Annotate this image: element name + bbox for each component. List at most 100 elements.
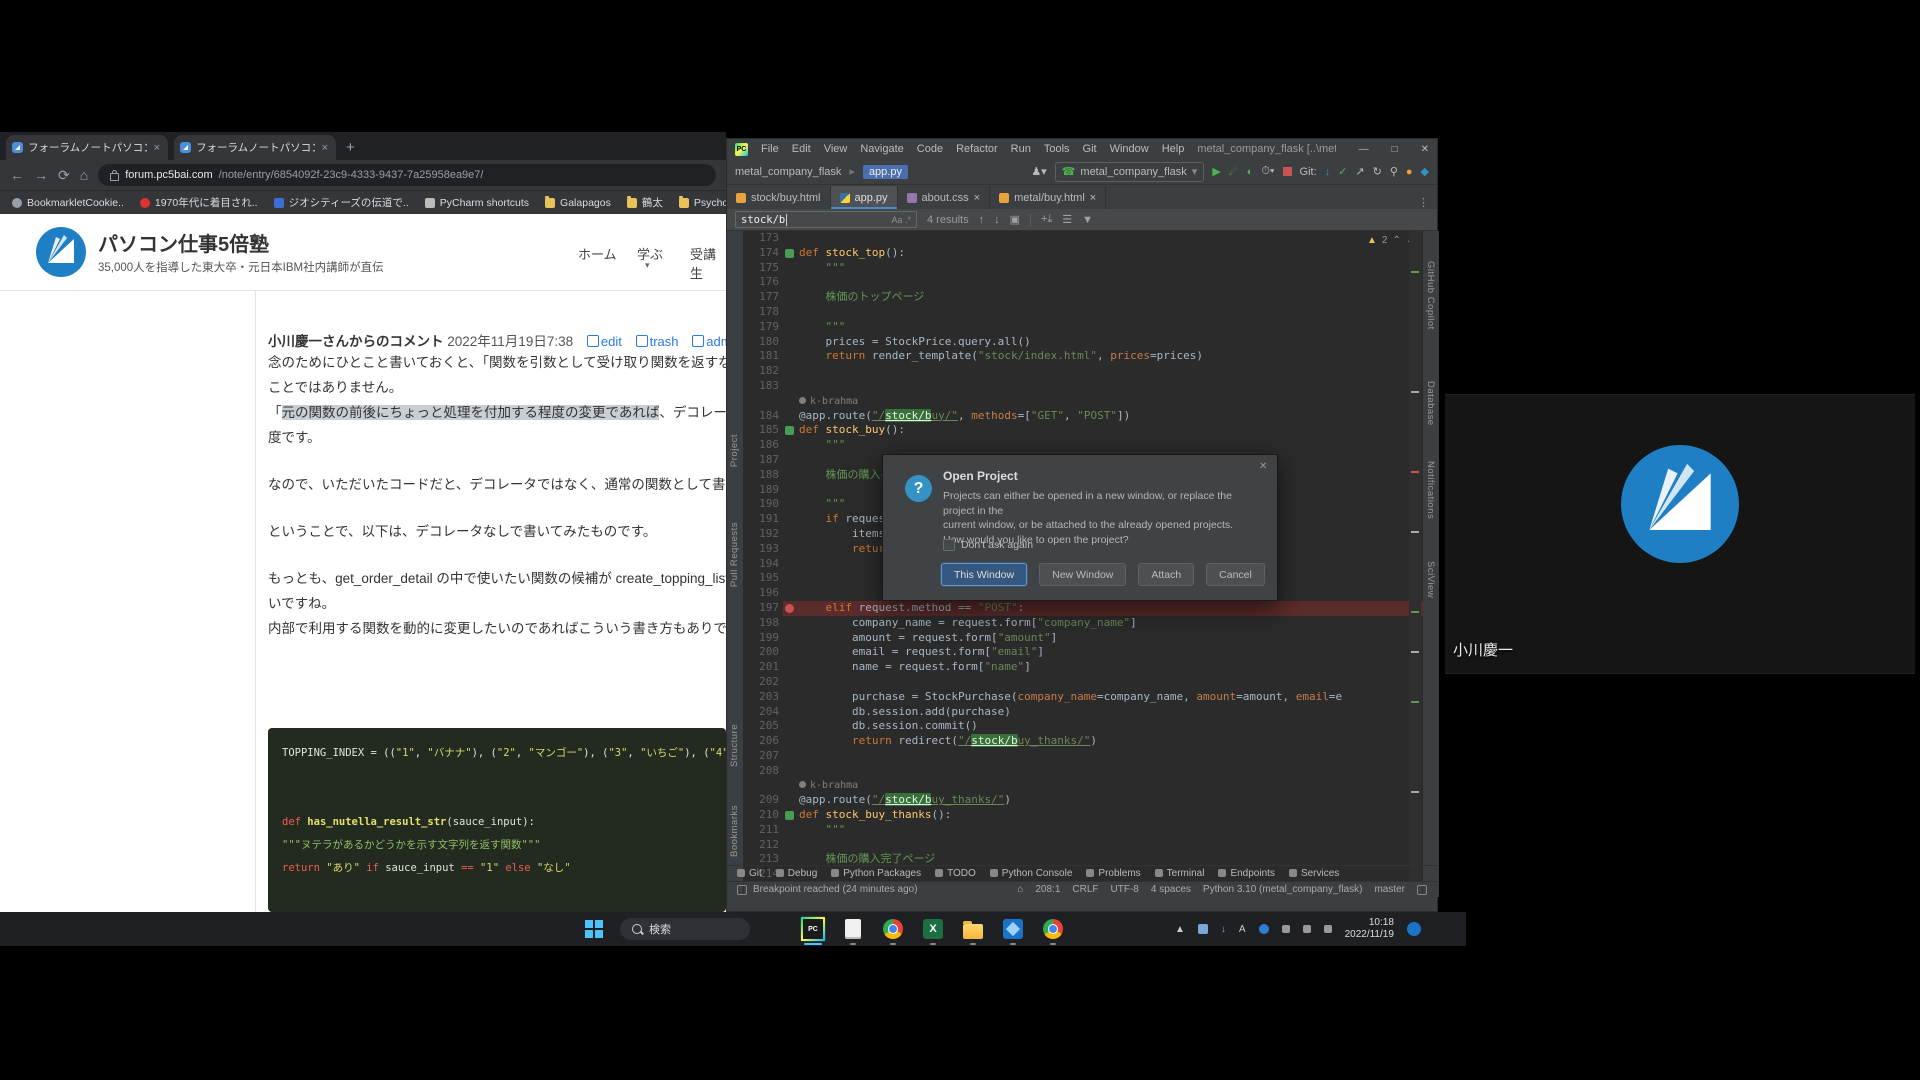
new-tab-button[interactable]: + (346, 139, 355, 156)
menu-help[interactable]: Help (1162, 143, 1185, 155)
debug-icon[interactable]: ☄ (1229, 165, 1239, 178)
edge-tray-icon[interactable] (1259, 924, 1269, 934)
taskbar-clock[interactable]: 10:18 2022/11/19 (1345, 917, 1394, 941)
toolwindow-debug[interactable]: Debug (776, 868, 817, 879)
filter-icon[interactable]: ▼ (1082, 214, 1093, 226)
menu-code[interactable]: Code (917, 143, 943, 155)
taskbar-app-photos[interactable] (1000, 916, 1026, 942)
download-icon[interactable]: ↓ (1221, 924, 1226, 935)
browser-tab[interactable]: フォーラムノートパソコン仕事５倍塾ポ× (6, 135, 168, 160)
volume-icon[interactable] (1303, 925, 1311, 933)
menu-refactor[interactable]: Refactor (956, 143, 998, 155)
toolwindow-python-console[interactable]: Python Console (990, 868, 1073, 879)
toolwindow-problems[interactable]: Problems (1086, 868, 1140, 879)
teams-icon[interactable] (1198, 924, 1208, 934)
maximize-button[interactable]: □ (1392, 144, 1398, 155)
breadcrumb-project[interactable]: metal_company_flask (735, 166, 841, 178)
tool-stripe-pull-requests[interactable]: Pull Requests (729, 522, 740, 587)
assistant-icon[interactable]: ◆ (1421, 165, 1429, 178)
taskbar-search[interactable]: 検索 (620, 918, 750, 940)
caret-position[interactable]: 208:1 (1035, 884, 1060, 895)
menu-tools[interactable]: Tools (1044, 143, 1070, 155)
git-commit-icon[interactable]: ✓ (1338, 165, 1347, 178)
nav-learn[interactable]: 学ぶ▾ (637, 244, 663, 263)
breakpoint-icon[interactable] (785, 604, 794, 613)
tab-options-icon[interactable]: ⋮ (1410, 196, 1437, 209)
git-push-icon[interactable]: ↗ (1355, 165, 1364, 178)
toolwindow-services[interactable]: Services (1289, 868, 1339, 879)
git-branch[interactable]: master (1374, 884, 1405, 895)
run-gutter-icon[interactable] (785, 426, 794, 435)
tab-close-icon[interactable]: × (974, 192, 980, 204)
admin-link[interactable]: admin (692, 334, 726, 349)
interpreter[interactable]: Python 3.10 (metal_company_flask) (1203, 884, 1363, 895)
ime-indicator[interactable]: A (1239, 924, 1246, 935)
bookmark-item[interactable]: ジオシティーズの伝道で.. (274, 195, 409, 210)
editor-tab[interactable]: app.py (831, 186, 898, 209)
menu-window[interactable]: Window (1110, 143, 1149, 155)
participant-tile[interactable]: 小川慶一 (1445, 394, 1915, 674)
stop-icon[interactable] (1283, 167, 1292, 176)
toolwindow-terminal[interactable]: Terminal (1155, 868, 1205, 879)
bookmark-item[interactable]: 1970年代に着目され.. (140, 195, 258, 210)
cancel-button[interactable]: Cancel (1206, 563, 1265, 586)
menu-git[interactable]: Git (1083, 143, 1097, 155)
breadcrumb-file[interactable]: app.py (863, 165, 908, 179)
back-icon[interactable]: ← (10, 167, 24, 183)
indent[interactable]: 4 spaces (1151, 884, 1191, 895)
run-icon[interactable]: ▶ (1212, 165, 1220, 178)
toolwindow-endpoints[interactable]: Endpoints (1218, 868, 1274, 879)
nav-students[interactable]: 受講生 (690, 244, 726, 282)
bell-icon[interactable]: ⌂ (1017, 884, 1023, 895)
start-button[interactable] (585, 920, 603, 938)
history-icon[interactable]: ↻ (1373, 165, 1382, 178)
run-gutter-icon[interactable] (785, 249, 794, 258)
bookmark-item[interactable]: PyCharm shortcuts (425, 197, 529, 209)
inspections-widget[interactable]: ▲ 2 ⌃ ⌄ (1367, 235, 1414, 246)
address-bar[interactable]: forum.pc5bai.com/note/entry/6854092f-23c… (98, 164, 716, 186)
tab-close-icon[interactable]: × (1090, 192, 1096, 204)
notifications-icon[interactable]: ● (1406, 166, 1413, 178)
reload-icon[interactable]: ⟳ (58, 167, 70, 184)
toolwindow-git[interactable]: Git (737, 868, 762, 879)
match-case-icon[interactable]: Aa .* (891, 215, 911, 225)
tool-stripe-notifications[interactable]: Notifications (1425, 461, 1436, 519)
editor-tab[interactable]: about.css× (898, 186, 991, 209)
taskbar-app-notepad[interactable] (840, 916, 866, 942)
coverage-icon[interactable]: ◐ (1247, 166, 1254, 178)
tool-stripe-project[interactable]: Project (729, 434, 740, 467)
taskbar-app-file-explorer[interactable] (960, 916, 986, 942)
close-button[interactable]: ✕ (1421, 144, 1429, 155)
tool-stripe-structure[interactable]: Structure (729, 724, 740, 767)
editor-tab[interactable]: metal/buy.html× (990, 186, 1106, 209)
home-icon[interactable]: ⌂ (80, 167, 88, 183)
bookmark-item[interactable]: Galapagos (545, 197, 611, 209)
new-window-button[interactable]: New Window (1039, 563, 1126, 586)
wifi-icon[interactable] (1282, 925, 1290, 933)
next-match-icon[interactable]: ↓ (994, 214, 1000, 226)
battery-icon[interactable] (1324, 925, 1332, 933)
toolwindow-todo[interactable]: TODO (935, 868, 976, 879)
tool-stripe-copilot[interactable]: GitHub Copilot (1425, 261, 1436, 330)
tab-close-icon[interactable]: × (152, 142, 162, 154)
taskbar-app-excel[interactable]: X (920, 916, 946, 942)
taskbar-app-chrome-2[interactable] (1040, 916, 1066, 942)
taskbar-app-chrome[interactable] (880, 916, 906, 942)
git-update-icon[interactable]: ↓ (1325, 166, 1331, 178)
tool-stripe-sciview[interactable]: SciView (1425, 561, 1436, 598)
encoding[interactable]: UTF-8 (1111, 884, 1139, 895)
forward-icon[interactable]: → (34, 167, 48, 183)
dialog-close-icon[interactable]: ✕ (1259, 461, 1267, 472)
editor-scrollbar[interactable] (1409, 231, 1421, 881)
taskbar-app-pycharm[interactable]: PC (800, 916, 826, 942)
menu-edit[interactable]: Edit (792, 143, 811, 155)
toolwindow-python-packages[interactable]: Python Packages (831, 868, 921, 879)
tray-chevron-icon[interactable]: ▲ (1175, 924, 1185, 935)
tab-close-icon[interactable]: × (320, 142, 330, 154)
bookmark-item[interactable]: 鶴太 (627, 195, 663, 210)
run-gutter-icon[interactable] (785, 811, 794, 820)
menu-navigate[interactable]: Navigate (860, 143, 903, 155)
run-config-select[interactable]: ☎ metal_company_flask ▾ (1055, 162, 1205, 182)
filter-search-icon[interactable]: ☰ (1062, 213, 1072, 226)
user-icon[interactable]: ♟▾ (1031, 165, 1046, 178)
